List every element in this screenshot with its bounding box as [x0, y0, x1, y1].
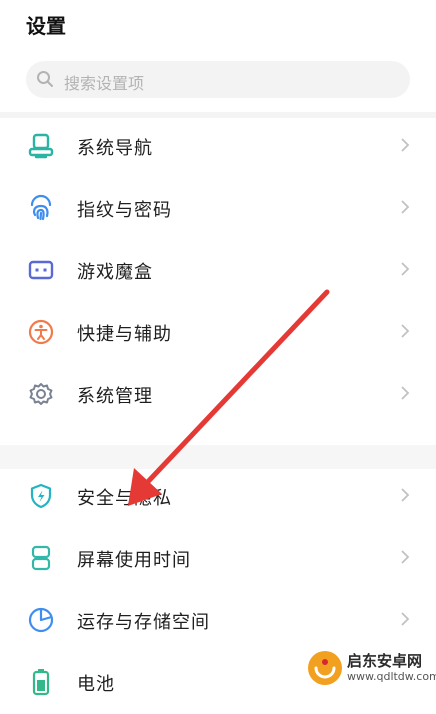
- watermark-url: www.qdltdw.com: [347, 670, 436, 683]
- search-bar[interactable]: 搜索设置项: [26, 61, 410, 98]
- settings-item-system-navigation[interactable]: 系统导航: [0, 116, 436, 178]
- pie-chart-icon: [28, 607, 54, 633]
- settings-item-fingerprint-password[interactable]: 指纹与密码: [0, 178, 436, 240]
- settings-item-label: 游戏魔盒: [77, 262, 153, 283]
- settings-item-shortcuts-accessibility[interactable]: 快捷与辅助: [0, 302, 436, 364]
- settings-item-label: 电池: [77, 674, 115, 695]
- chevron-right-icon: [401, 262, 410, 276]
- accessibility-icon: [28, 319, 54, 345]
- settings-item-system-management[interactable]: 系统管理: [0, 364, 436, 426]
- settings-item-label: 安全与隐私: [77, 488, 172, 509]
- watermark-logo-icon: [308, 651, 342, 685]
- chevron-right-icon: [401, 612, 410, 626]
- settings-item-screen-time[interactable]: 屏幕使用时间: [0, 528, 436, 590]
- settings-item-label: 快捷与辅助: [77, 324, 172, 345]
- watermark: 启东安卓网 www.qdltdw.com: [303, 648, 436, 688]
- search-icon: [37, 71, 53, 87]
- chevron-right-icon: [401, 200, 410, 214]
- settings-item-label: 系统导航: [77, 138, 153, 159]
- gamepad-icon: [28, 260, 54, 280]
- shield-icon: [30, 483, 52, 509]
- page-title: 设置: [26, 14, 66, 38]
- settings-item-security-privacy[interactable]: 安全与隐私: [0, 466, 436, 528]
- navigation-icon: [28, 133, 54, 159]
- chevron-right-icon: [401, 138, 410, 152]
- settings-item-memory-storage[interactable]: 运存与存储空间: [0, 590, 436, 652]
- chevron-right-icon: [401, 386, 410, 400]
- settings-item-label: 系统管理: [77, 386, 153, 407]
- fingerprint-icon: [30, 194, 52, 221]
- settings-item-label: 指纹与密码: [77, 200, 172, 221]
- settings-item-game-box[interactable]: 游戏魔盒: [0, 240, 436, 302]
- chevron-right-icon: [401, 550, 410, 564]
- hourglass-icon: [31, 545, 51, 571]
- watermark-title: 启东安卓网: [347, 652, 423, 670]
- chevron-right-icon: [401, 324, 410, 338]
- chevron-right-icon: [401, 488, 410, 502]
- search-placeholder: 搜索设置项: [64, 74, 145, 93]
- gear-icon: [29, 383, 53, 405]
- settings-item-label: 屏幕使用时间: [77, 550, 191, 571]
- settings-item-label: 运存与存储空间: [77, 612, 210, 633]
